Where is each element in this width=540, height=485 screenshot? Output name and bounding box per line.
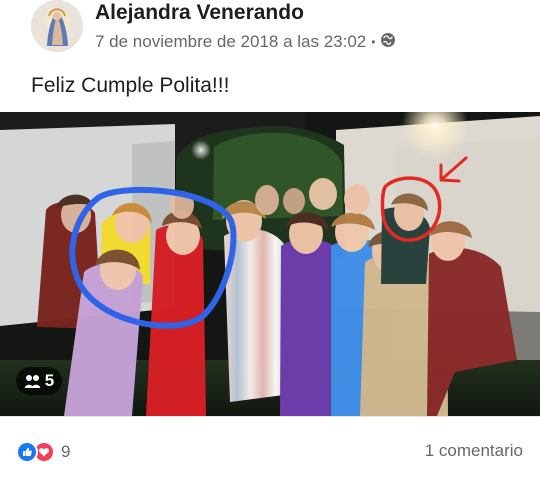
post-photo[interactable] bbox=[0, 112, 540, 416]
post-meta: 7 de noviembre de 2018 a las 23:02 • bbox=[95, 31, 396, 53]
people-icon bbox=[24, 374, 41, 389]
footer-divider bbox=[0, 416, 540, 417]
tagged-people-count: 5 bbox=[44, 371, 55, 390]
post-timestamp[interactable]: 7 de noviembre de 2018 a las 23:02 bbox=[95, 32, 366, 52]
meta-separator: • bbox=[371, 35, 376, 49]
reaction-summary[interactable]: 9 bbox=[16, 440, 70, 464]
tagged-people-badge[interactable]: 5 bbox=[16, 367, 62, 395]
like-icon bbox=[16, 441, 38, 463]
post-header: Alejandra Venerando 7 de noviembre de 20… bbox=[0, 0, 540, 58]
globe-icon[interactable] bbox=[380, 32, 396, 53]
comment-count-link[interactable]: 1 comentario bbox=[425, 441, 523, 461]
post-message: Feliz Cumple Polita!!! bbox=[31, 74, 230, 97]
facebook-post: Alejandra Venerando 7 de noviembre de 20… bbox=[0, 0, 540, 485]
author-avatar[interactable] bbox=[31, 0, 83, 52]
reaction-count: 9 bbox=[61, 442, 71, 461]
author-name[interactable]: Alejandra Venerando bbox=[95, 1, 304, 25]
